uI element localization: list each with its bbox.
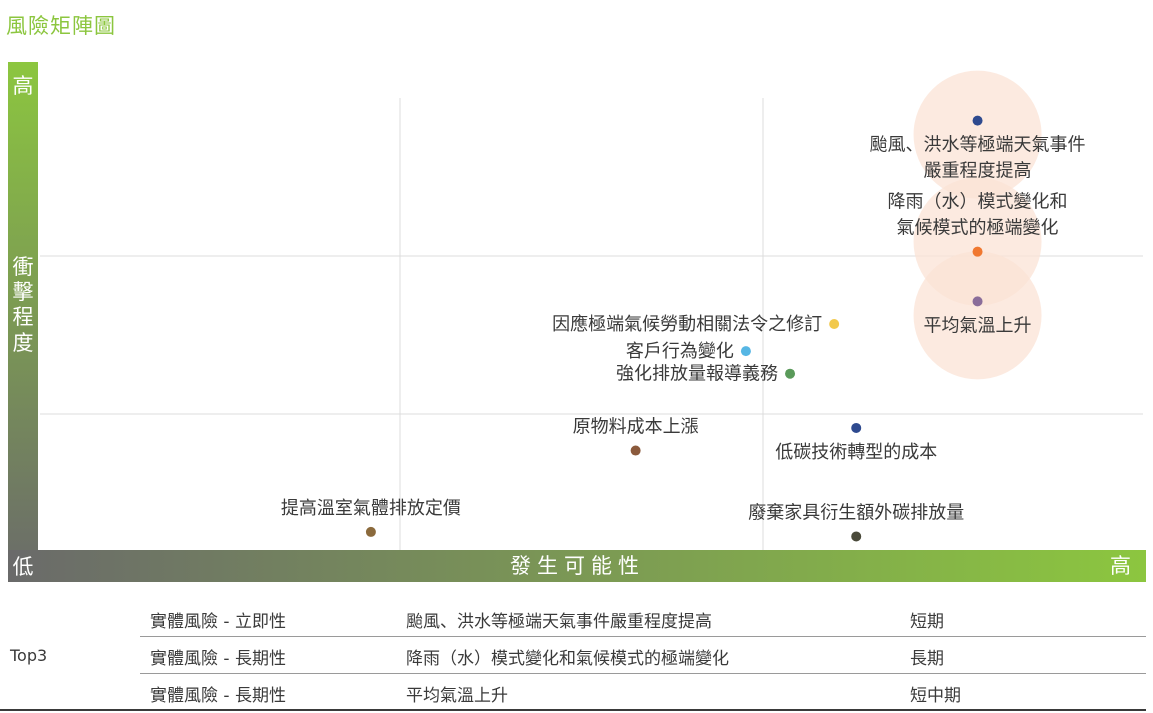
data-point [365, 526, 376, 537]
x-axis-high-label: 高 [1110, 554, 1131, 578]
point-label-line: 低碳技術轉型的成本 [775, 442, 937, 463]
point-label-line: 廢棄家具衍生額外碳排放量 [748, 502, 964, 523]
point-label-line: 提高溫室氣體排放定價 [281, 498, 461, 519]
y-axis-high-label: 高 [12, 74, 34, 98]
point-label: 提高溫室氣體排放定價 [281, 498, 461, 519]
point-label: 平均氣溫上升 [924, 315, 1032, 336]
data-point [851, 531, 862, 542]
data-point [740, 346, 751, 357]
data-point [630, 445, 641, 456]
data-point [851, 422, 862, 433]
x-axis-title: 發生可能性 [510, 554, 645, 578]
data-point [829, 319, 840, 329]
top3-label: Top3 [10, 646, 48, 665]
point-label: 原物料成本上漲 [573, 417, 699, 438]
point-label-line: 原物料成本上漲 [573, 417, 699, 438]
point-label: 因應極端氣候勞動相關法令之修訂 [552, 313, 822, 335]
point-label: 客戶行為變化 [626, 341, 734, 362]
table-bottom-rule [0, 709, 1146, 711]
data-point [972, 296, 983, 307]
point-label: 低碳技術轉型的成本 [775, 442, 937, 463]
table-cell-term: 短期 [910, 612, 944, 632]
table-cell-risk: 颱風、洪水等極端天氣事件嚴重程度提高 [406, 612, 712, 632]
table-cell-risk: 降雨（水）模式變化和氣候模式的極端變化 [406, 649, 729, 669]
point-label-line: 颱風、洪水等極端天氣事件 [870, 135, 1086, 156]
table-row: 實體風險 - 立即性 颱風、洪水等極端天氣事件嚴重程度提高 短期 [140, 600, 1146, 637]
point-label-line: 客戶行為變化 [626, 341, 734, 362]
table-cell-category: 實體風險 - 長期性 [150, 649, 286, 669]
x-axis-low-label: 低 [12, 555, 34, 579]
point-label-line: 嚴重程度提高 [924, 161, 1032, 182]
table-cell-term: 短中期 [910, 686, 961, 706]
data-point [972, 246, 983, 257]
table-row: 實體風險 - 長期性 降雨（水）模式變化和氣候模式的極端變化 長期 [140, 637, 1146, 674]
table-cell-category: 實體風險 - 長期性 [150, 686, 286, 706]
point-label-line: 降雨（水）模式變化和 [888, 192, 1068, 213]
risk-matrix-chart: 颱風、洪水等極端天氣事件嚴重程度提高降雨（水）模式變化和氣候模式的極端變化平均氣… [8, 62, 1146, 582]
data-point [785, 368, 796, 379]
table-row: 實體風險 - 長期性 平均氣溫上升 短中期 [140, 674, 1146, 711]
table-cell-term: 長期 [910, 649, 944, 669]
point-label-line: 平均氣溫上升 [924, 315, 1032, 336]
point-labels: 颱風、洪水等極端天氣事件嚴重程度提高降雨（水）模式變化和氣候模式的極端變化平均氣… [281, 135, 1086, 524]
point-label-line: 因應極端氣候勞動相關法令之修訂 [552, 313, 822, 335]
point-label: 廢棄家具衍生額外碳排放量 [748, 502, 964, 523]
data-point [972, 115, 983, 126]
table-cell-category: 實體風險 - 立即性 [150, 612, 286, 632]
point-label-line: 氣候模式的極端變化 [897, 218, 1059, 239]
point-label: 強化排放量報導義務 [616, 364, 778, 385]
y-axis-title: 衝擊程度 [12, 255, 34, 355]
table-cell-risk: 平均氣溫上升 [406, 686, 508, 706]
point-label-line: 強化排放量報導義務 [616, 364, 778, 385]
